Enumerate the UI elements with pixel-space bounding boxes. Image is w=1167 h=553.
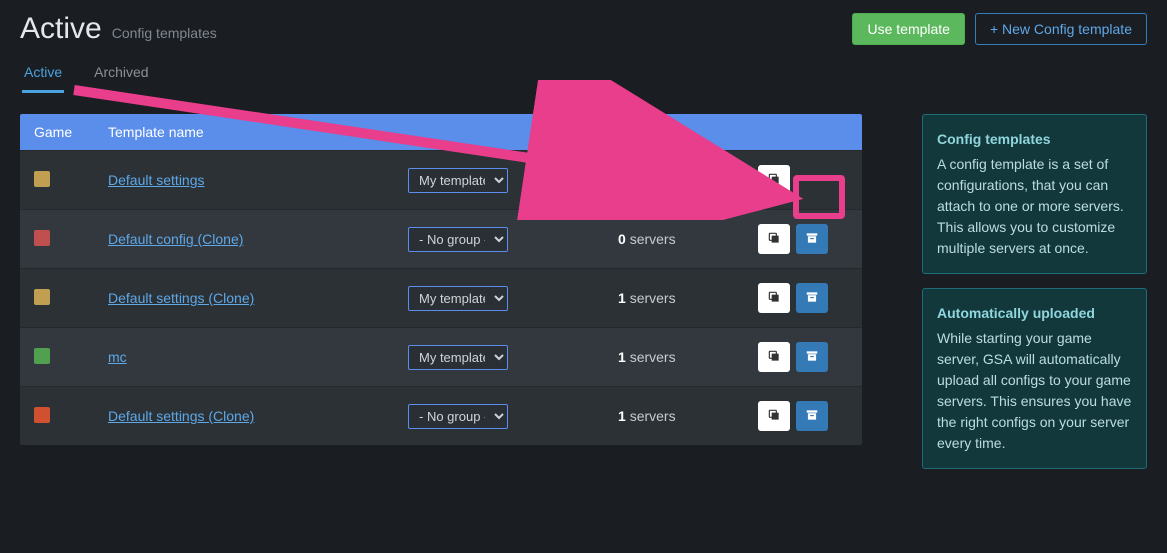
game-icon <box>34 171 50 187</box>
group-select[interactable]: My template- No group - <box>408 345 508 370</box>
archive-button[interactable] <box>796 342 828 372</box>
col-header-used: Used <box>618 124 758 140</box>
used-label: servers <box>630 290 676 306</box>
game-icon <box>34 289 50 305</box>
use-template-button[interactable]: Use template <box>852 13 964 45</box>
col-header-game: Game <box>34 124 108 140</box>
panel-body: A config template is a set of configurat… <box>937 154 1132 259</box>
panel-auto-upload: Automatically uploaded While starting yo… <box>922 288 1147 469</box>
archive-icon <box>805 349 819 366</box>
new-config-template-button[interactable]: + New Config template <box>975 13 1147 45</box>
table-row: Default settings (Clone) My template- No… <box>20 386 862 445</box>
used-count: 0 <box>618 172 626 188</box>
used-label: servers <box>630 231 676 247</box>
panel-title: Automatically uploaded <box>937 303 1132 324</box>
used-count: 1 <box>618 290 626 306</box>
game-icon <box>34 230 50 246</box>
archive-button[interactable] <box>796 283 828 313</box>
template-link[interactable]: mc <box>108 349 127 365</box>
game-icon <box>34 348 50 364</box>
group-select[interactable]: My template- No group - <box>408 168 508 193</box>
archive-button[interactable] <box>796 401 828 431</box>
copy-icon <box>767 349 781 366</box>
copy-button[interactable] <box>758 342 790 372</box>
panel-config-templates: Config templates A config template is a … <box>922 114 1147 274</box>
tab-archived[interactable]: Archived <box>92 58 150 93</box>
template-link[interactable]: Default settings (Clone) <box>108 290 254 306</box>
used-label: servers <box>630 349 676 365</box>
archive-icon <box>805 408 819 425</box>
copy-icon <box>767 290 781 307</box>
group-select[interactable]: My template- No group - <box>408 227 508 252</box>
panel-body: While starting your game server, GSA wil… <box>937 328 1132 454</box>
table-row: mc My template- No group - 1 servers <box>20 327 862 386</box>
table-row: Default config (Clone) My template- No g… <box>20 209 862 268</box>
page-title: Active <box>20 12 102 46</box>
copy-icon <box>767 408 781 425</box>
used-count: 1 <box>618 408 626 424</box>
tab-active[interactable]: Active <box>22 58 64 93</box>
table-row: Default settings My template- No group -… <box>20 150 862 209</box>
copy-icon <box>767 231 781 248</box>
copy-button[interactable] <box>758 283 790 313</box>
col-header-name: Template name <box>108 124 408 140</box>
group-select[interactable]: My template- No group - <box>408 286 508 311</box>
panel-title: Config templates <box>937 129 1132 150</box>
copy-button[interactable] <box>758 165 790 195</box>
archive-icon <box>805 290 819 307</box>
template-link[interactable]: Default config (Clone) <box>108 231 243 247</box>
copy-button[interactable] <box>758 401 790 431</box>
copy-icon <box>767 172 781 189</box>
archive-button[interactable] <box>796 224 828 254</box>
templates-table: Game Template name Used Default settings… <box>20 114 862 445</box>
archive-icon <box>805 231 819 248</box>
group-select[interactable]: My template- No group - <box>408 404 508 429</box>
template-link[interactable]: Default settings (Clone) <box>108 408 254 424</box>
template-link[interactable]: Default settings <box>108 172 205 188</box>
used-label: servers <box>630 172 676 188</box>
table-row: Default settings (Clone) My template- No… <box>20 268 862 327</box>
used-label: servers <box>630 408 676 424</box>
copy-button[interactable] <box>758 224 790 254</box>
game-icon <box>34 407 50 423</box>
page-subtitle: Config templates <box>112 25 217 41</box>
used-count: 1 <box>618 349 626 365</box>
used-count: 0 <box>618 231 626 247</box>
